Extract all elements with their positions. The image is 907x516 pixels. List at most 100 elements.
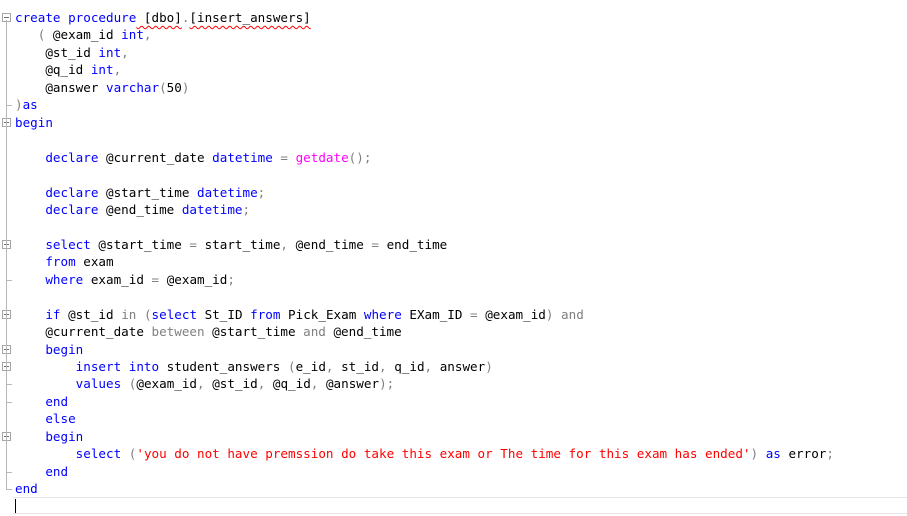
code-token: [insert_answers] <box>189 10 311 25</box>
code-token: @start_time <box>204 324 304 340</box>
code-token: begin <box>45 341 84 357</box>
code-token: exam <box>75 254 114 270</box>
code-token: , <box>280 236 289 252</box>
code-token: Pick_Exam <box>280 306 364 322</box>
code-token: @end_time <box>288 236 372 252</box>
code-text: begin <box>15 341 83 358</box>
code-text: )as <box>15 96 38 113</box>
code-token: in <box>121 306 137 322</box>
code-token: int <box>90 62 114 78</box>
code-token: from <box>250 306 281 322</box>
code-token: = <box>371 236 380 252</box>
code-token: , <box>379 359 387 374</box>
code-token: declare <box>45 184 99 200</box>
code-token: @exam_id <box>52 27 122 43</box>
code-token: @exam_id <box>477 306 546 322</box>
code-token: q_id <box>386 359 425 374</box>
code-token: @q_id <box>15 62 91 78</box>
code-token: , <box>197 376 205 392</box>
code-token: ( <box>37 27 53 43</box>
code-token: int <box>121 27 144 43</box>
code-line: @answer varchar(50) <box>0 79 907 96</box>
text-caret <box>15 499 16 513</box>
code-token: as <box>765 446 781 462</box>
outline-guide <box>6 20 7 490</box>
code-token: ( <box>159 79 167 95</box>
code-token: ; <box>242 201 251 217</box>
outline-end-tick <box>6 384 12 386</box>
code-text: select @start_time = start_time, @end_ti… <box>15 236 447 253</box>
code-line: @q_id int, <box>0 61 907 78</box>
code-line: begin <box>0 428 907 445</box>
code-text: where exam_id = @exam_id; <box>15 271 235 288</box>
code-token: declare <box>45 201 99 217</box>
code-token: select <box>45 236 91 252</box>
code-text: @q_id int, <box>15 61 121 78</box>
code-token: end <box>45 463 69 479</box>
code-text: begin <box>15 114 53 131</box>
outline-end-tick <box>6 471 12 473</box>
code-text: declare @current_date datetime = getdate… <box>15 149 371 166</box>
code-token: student_answers <box>159 359 288 374</box>
code-token: 'you do not have premssion do take this … <box>136 446 751 462</box>
code-token: ) <box>15 97 23 113</box>
code-text: @current_date between @start_time and @e… <box>15 323 401 340</box>
code-token: insert into <box>75 359 160 374</box>
code-token: @current_date <box>15 324 152 340</box>
code-token: @answer <box>318 376 380 392</box>
code-token: error <box>780 446 827 462</box>
code-token: end <box>45 393 69 409</box>
code-token: as <box>22 97 38 113</box>
code-token: @q_id <box>265 376 311 392</box>
code-token: select <box>151 306 198 322</box>
code-token: exam_id <box>83 271 152 287</box>
code-text: end <box>15 480 38 497</box>
code-token: = <box>470 306 478 322</box>
code-token: declare <box>45 149 99 165</box>
code-token: where <box>363 306 402 322</box>
code-text: values (@exam_id, @st_id, @q_id, @answer… <box>15 375 395 392</box>
code-token: varchar <box>106 79 160 95</box>
code-token: begin <box>45 428 84 444</box>
code-line: declare @end_time datetime; <box>0 201 907 218</box>
code-line: declare @current_date datetime = getdate… <box>0 149 907 166</box>
code-line: from exam <box>0 253 907 270</box>
code-text: @answer varchar(50) <box>15 79 189 96</box>
outline-end-tick <box>6 401 12 403</box>
code-line: begin <box>0 341 907 358</box>
code-token: ( <box>287 359 296 374</box>
code-token: St_ID <box>197 306 251 322</box>
code-token: ) <box>750 446 759 462</box>
code-token: st_id <box>333 359 380 374</box>
code-token: e_id <box>295 359 326 374</box>
code-editor[interactable]: create procedure [dbo].[insert_answers] … <box>0 0 907 516</box>
code-token: end_time <box>379 236 448 252</box>
code-token: @st_id <box>60 306 122 322</box>
code-text: begin <box>15 428 83 445</box>
code-token: 50 <box>166 79 182 95</box>
code-token: @st_id <box>15 44 99 60</box>
code-text: declare @start_time datetime; <box>15 184 265 201</box>
code-token: , <box>325 359 334 374</box>
code-text: end <box>15 393 68 410</box>
code-line: insert into student_answers (e_id, st_id… <box>0 358 907 375</box>
code-token: ; <box>227 271 235 287</box>
code-line: select ('you do not have premssion do ta… <box>0 445 907 462</box>
code-token: @current_date <box>98 149 213 165</box>
code-token: datetime <box>212 149 273 165</box>
code-line: where exam_id = @exam_id; <box>0 271 907 288</box>
code-text: select ('you do not have premssion do ta… <box>15 445 834 462</box>
code-token: ) and <box>545 306 584 322</box>
code-token: @start_time <box>90 236 190 252</box>
